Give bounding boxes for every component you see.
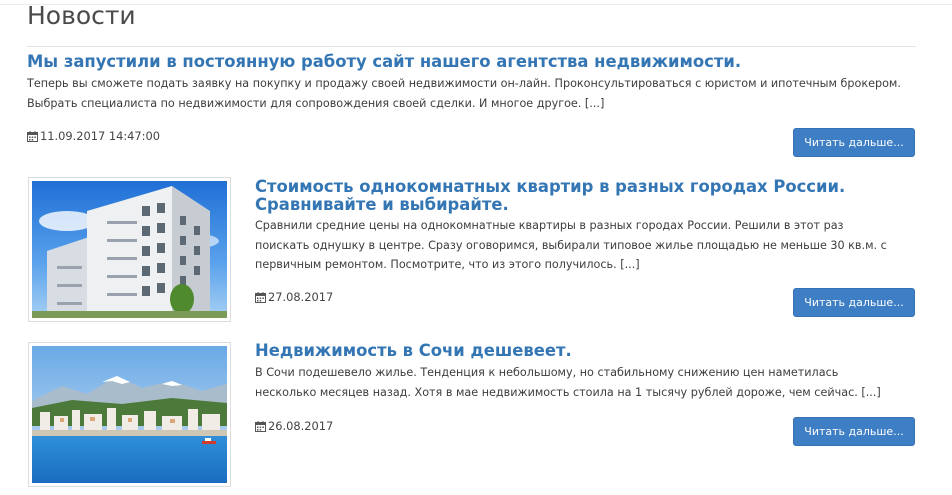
news-summary: Теперь вы сможете подать заявку на покуп… <box>27 77 901 110</box>
news-title-link[interactable]: Стоимость однокомнатных квартир в разных… <box>255 178 925 214</box>
news-date-text: 11.09.2017 14:47:00 <box>40 129 160 143</box>
read-more-button[interactable]: Читать дальше... <box>793 288 915 317</box>
title-divider <box>27 46 916 47</box>
news-date: 11.09.2017 14:47:00 <box>27 129 160 143</box>
calendar-icon <box>255 291 266 303</box>
read-more-button[interactable]: Читать дальше... <box>793 417 915 446</box>
read-more-button[interactable]: Читать дальше... <box>793 128 915 157</box>
news-date-text: 26.08.2017 <box>268 419 334 433</box>
news-date: 27.08.2017 <box>255 290 333 304</box>
page-title: Новости <box>27 1 136 30</box>
apartment-building-photo <box>32 181 227 318</box>
news-title-link[interactable]: Недвижимость в Сочи дешевеет. <box>255 342 572 360</box>
news-summary: Сравнили средние цены на однокомнатные к… <box>255 219 887 271</box>
top-border <box>0 4 952 5</box>
calendar-icon <box>255 420 266 432</box>
news-date: 26.08.2017 <box>255 419 333 433</box>
news-title-link[interactable]: Мы запустили в постоянную работу сайт на… <box>27 53 741 71</box>
news-thumbnail[interactable] <box>28 342 231 487</box>
news-thumbnail[interactable] <box>28 177 231 322</box>
sochi-coast-photo <box>32 346 227 483</box>
news-summary: В Сочи подешевело жилье. Тенденция к неб… <box>255 366 881 399</box>
news-date-text: 27.08.2017 <box>268 290 334 304</box>
calendar-icon <box>27 130 38 142</box>
